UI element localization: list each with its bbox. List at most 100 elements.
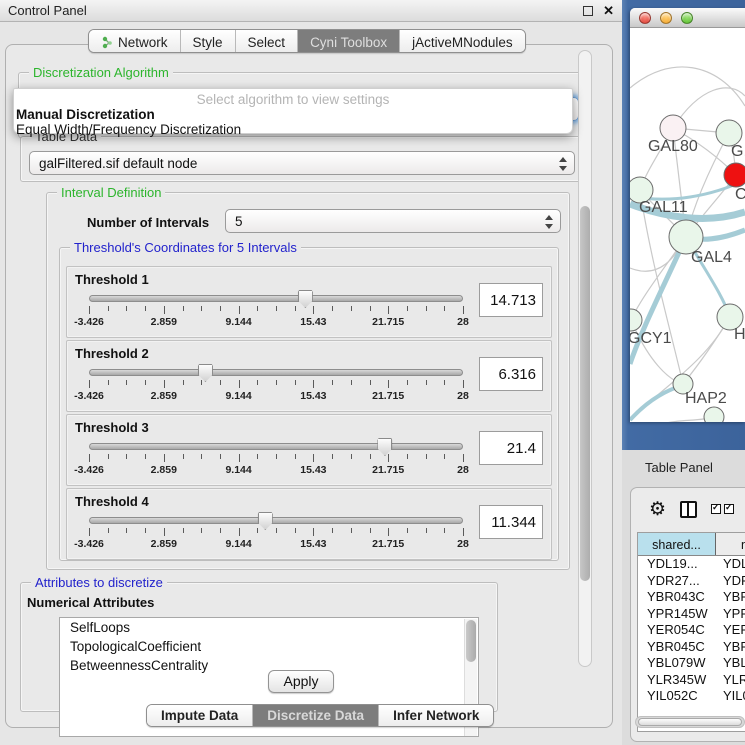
tick-mark [426, 454, 427, 459]
threshold-value-field[interactable]: 21.4 [479, 431, 543, 465]
tab-impute-data[interactable]: Impute Data [147, 705, 253, 726]
tick-label: -3.426 [74, 390, 104, 402]
table-row[interactable]: YBR045CYBR0 [638, 639, 745, 656]
table-cell[interactable]: YER054C [638, 622, 716, 639]
table-row[interactable]: YPR145WYPR1 [638, 606, 745, 623]
table-cell[interactable]: YDL19... [638, 556, 716, 573]
minimize-traffic-light-icon[interactable] [660, 12, 672, 24]
zoom-traffic-light-icon[interactable] [681, 12, 693, 24]
scrollbar-thumb[interactable] [466, 620, 476, 662]
table-row[interactable]: YER054CYER0 [638, 622, 745, 639]
close-icon[interactable]: ✕ [603, 6, 614, 16]
table-cell[interactable]: YBL079W [638, 655, 716, 672]
table-cell[interactable]: YDL1 [716, 556, 745, 573]
table-cell[interactable]: YDR27... [638, 573, 716, 590]
tick-mark [108, 306, 109, 311]
checkbox-icon[interactable] [724, 504, 734, 514]
table-row[interactable]: YLR345WYLR3 [638, 672, 745, 689]
tick-mark [220, 454, 221, 459]
scrollbar-thumb[interactable] [638, 718, 742, 726]
tick-mark [388, 380, 389, 388]
tab-cyni-toolbox[interactable]: Cyni Toolbox [298, 30, 400, 52]
checkbox-icon[interactable] [711, 504, 721, 514]
attribute-list-item[interactable]: TopologicalCoefficient [60, 637, 478, 656]
table-cell[interactable]: YBR0 [716, 639, 745, 656]
threshold-value-field[interactable]: 11.344 [479, 505, 543, 539]
threshold-value-field[interactable]: 14.713 [479, 283, 543, 317]
tab-jactivemnodules[interactable]: jActiveMNodules [400, 30, 525, 52]
table-data-combo[interactable]: galFiltered.sif default node [29, 151, 575, 175]
table-row[interactable]: YBR043CYBR0 [638, 589, 745, 606]
table-cell[interactable]: YLR3 [716, 672, 745, 689]
table-cell[interactable]: YIL052C [638, 688, 716, 705]
tab-infer-network[interactable]: Infer Network [379, 705, 493, 726]
network-node-label: GAL11 [639, 199, 688, 216]
threshold-slider[interactable]: -3.4262.8599.14415.4321.71528 [89, 367, 463, 401]
scrollbar-thumb[interactable] [580, 206, 590, 581]
attributes-group: Attributes to discretize Numerical Attri… [20, 582, 498, 712]
table-cell[interactable]: YBR043C [638, 589, 716, 606]
slider-track[interactable] [89, 443, 463, 450]
table-cell[interactable]: YER0 [716, 622, 745, 639]
table-cell[interactable]: YIL0 [716, 688, 745, 705]
tab-select[interactable]: Select [236, 30, 299, 52]
table-horizontal-scrollbar[interactable] [635, 716, 745, 728]
tick-mark [407, 306, 408, 311]
tab-network-label: Network [118, 35, 168, 50]
tick-mark [201, 454, 202, 459]
network-view-window[interactable]: GAL80G.CGAL11GAL4GCY1HHAP2 [630, 8, 745, 422]
attribute-list-item[interactable]: SelfLoops [60, 618, 478, 637]
split-columns-icon[interactable] [680, 501, 697, 518]
tick-mark [313, 528, 314, 536]
table-row[interactable]: YIL052CYIL0 [638, 688, 745, 705]
tab-discretize-data[interactable]: Discretize Data [253, 705, 379, 726]
thresholds-group: Threshold's Coordinates for 5 Intervals … [59, 247, 559, 561]
tick-mark [257, 306, 258, 311]
column-header-name[interactable]: n [716, 533, 745, 555]
table-cell[interactable]: YPR1 [716, 606, 745, 623]
threshold-slider[interactable]: -3.4262.8599.14415.4321.71528 [89, 293, 463, 327]
tick-mark [426, 380, 427, 385]
table-row[interactable]: YDL19...YDL1 [638, 556, 745, 573]
table-cell[interactable]: YBL0 [716, 655, 745, 672]
table-cell[interactable]: YBR045C [638, 639, 716, 656]
threshold-label: Threshold 3 [75, 420, 149, 435]
number-of-intervals-combo[interactable]: 5 [225, 209, 561, 233]
table-data-combo-value: galFiltered.sif default node [39, 156, 197, 171]
slider-track[interactable] [89, 295, 463, 302]
tab-style[interactable]: Style [181, 30, 236, 52]
table-cell[interactable]: YPR145W [638, 606, 716, 623]
popup-item-equal-width-frequency[interactable]: Equal Width/Frequency Discretization [14, 122, 572, 137]
network-edge[interactable] [630, 417, 714, 422]
threshold-value-field[interactable]: 6.316 [479, 357, 543, 391]
apply-button[interactable]: Apply [268, 670, 334, 693]
threshold-slider[interactable]: -3.4262.8599.14415.4321.71528 [89, 441, 463, 475]
table-row[interactable]: YBL079WYBL0 [638, 655, 745, 672]
table-cell[interactable]: YLR345W [638, 672, 716, 689]
table-cell[interactable]: YDR2 [716, 573, 745, 590]
network-node-BN[interactable] [704, 407, 724, 422]
cyni-bottom-tabs: Impute Data Discretize Data Infer Networ… [146, 704, 494, 727]
close-traffic-light-icon[interactable] [639, 12, 651, 24]
threshold-slider[interactable]: -3.4262.8599.14415.4321.71528 [89, 515, 463, 549]
network-node-C[interactable] [724, 163, 745, 187]
tick-mark [164, 380, 165, 388]
gear-icon[interactable]: ⚙ [649, 500, 666, 519]
slider-track[interactable] [89, 369, 463, 376]
table-row[interactable]: YDR27...YDR2 [638, 573, 745, 590]
network-edge[interactable] [630, 67, 745, 106]
network-window-titlebar[interactable] [630, 8, 745, 28]
tab-network[interactable]: Network [89, 30, 181, 52]
float-window-icon[interactable] [583, 6, 593, 16]
network-canvas[interactable]: GAL80G.CGAL11GAL4GCY1HHAP2 [630, 28, 745, 422]
tick-mark [164, 454, 165, 462]
popup-item-manual-discretization[interactable]: Manual Discretization [14, 107, 572, 122]
column-header-shared[interactable]: shared... [638, 533, 716, 555]
network-node-GCY1[interactable] [630, 309, 642, 331]
slider-track[interactable] [89, 517, 463, 524]
tick-mark [201, 306, 202, 311]
table-cell[interactable]: YBR0 [716, 589, 745, 606]
tick-mark [145, 380, 146, 385]
settings-scrollbar[interactable] [578, 50, 592, 667]
network-desktop-background: GAL80G.CGAL11GAL4GCY1HHAP2 [622, 0, 745, 450]
